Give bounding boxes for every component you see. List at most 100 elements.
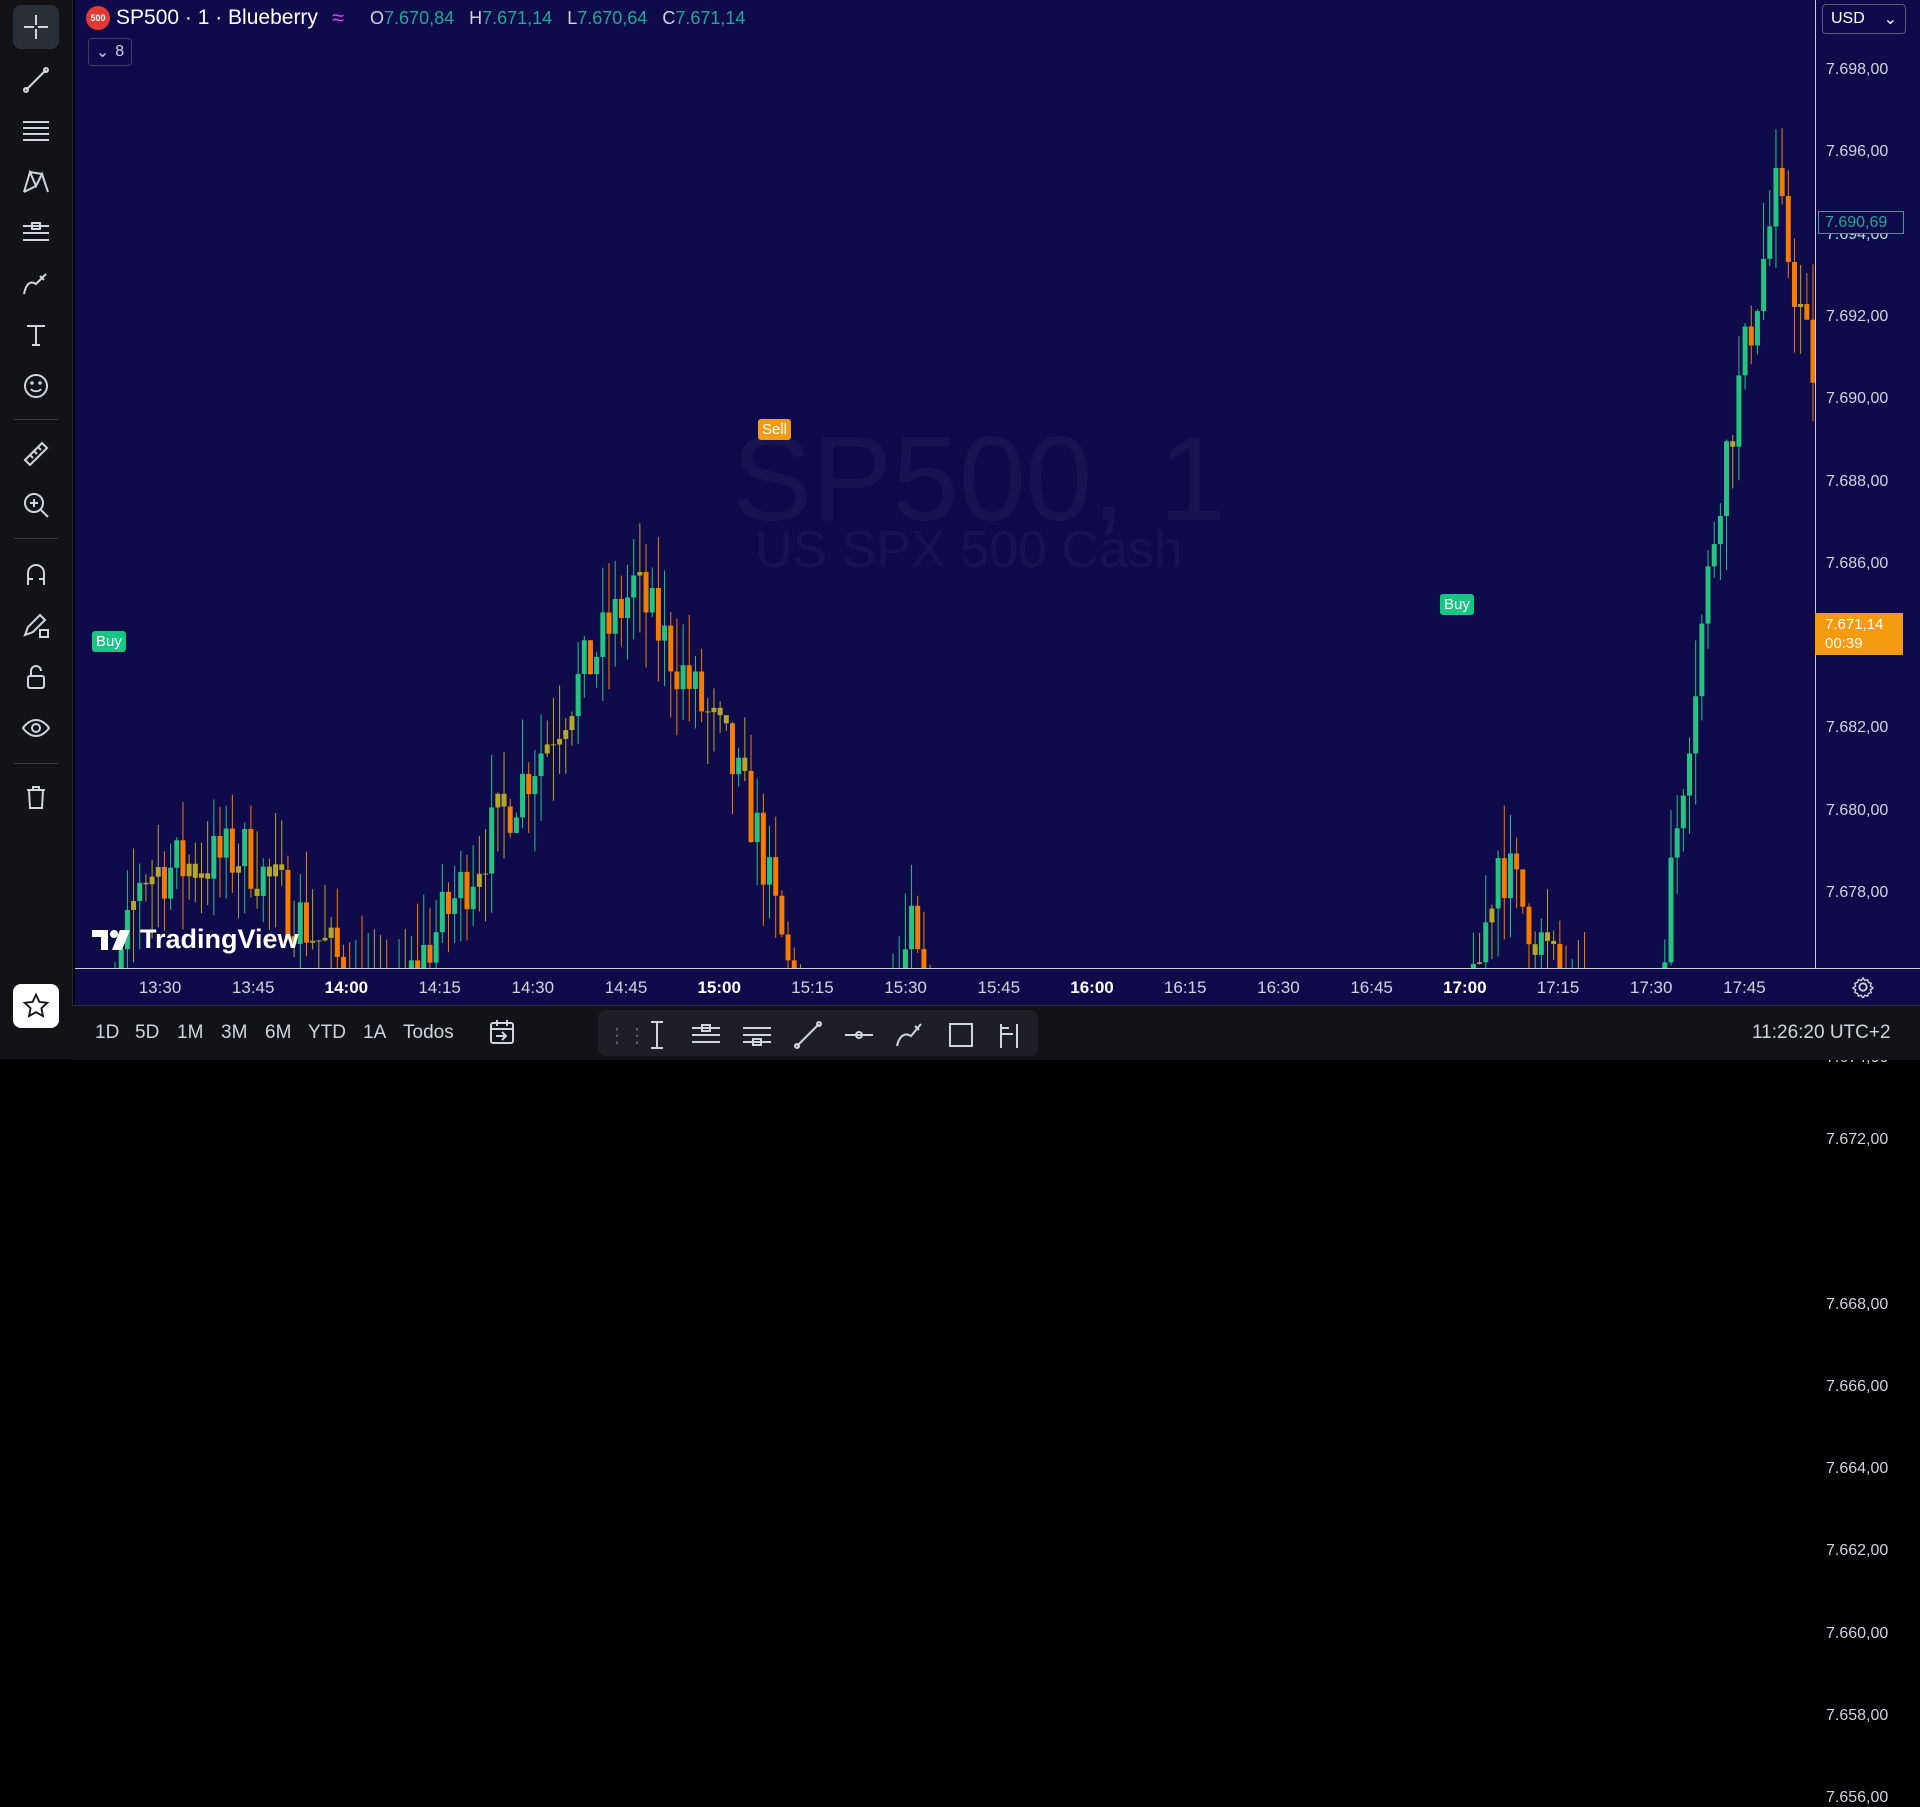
price-tick-label: 7.668,00: [1826, 1295, 1889, 1313]
brush-icon[interactable]: [13, 262, 59, 306]
candle: [785, 921, 791, 968]
magnet-icon[interactable]: [13, 553, 59, 597]
ruler-icon[interactable]: [13, 432, 59, 476]
text-icon[interactable]: [13, 313, 59, 357]
candle-body: [1804, 304, 1810, 320]
candle-body: [742, 757, 748, 771]
trash-icon[interactable]: [13, 775, 59, 819]
candle-body: [1779, 167, 1785, 197]
goto-date-button[interactable]: [487, 1017, 517, 1052]
candle-body: [532, 776, 538, 795]
vertical-line-icon[interactable]: [640, 1018, 674, 1052]
time-tick-label: 17:30: [1629, 978, 1673, 997]
candle: [236, 843, 242, 919]
indicators-collapse-button[interactable]: ⌄ 8: [88, 38, 132, 66]
candle: [1804, 273, 1810, 320]
trend-line-icon[interactable]: [791, 1018, 825, 1052]
candle: [310, 889, 316, 950]
price-tick-label: 7.656,00: [1826, 1789, 1889, 1807]
candle: [1470, 932, 1476, 968]
ohlc-values: O7.670,84 H7.671,14 L7.670,64 C7.671,14: [370, 7, 746, 28]
last-price-label: 7.671,14 00:39: [1815, 613, 1903, 655]
candle-body: [662, 625, 668, 641]
candle-body: [1773, 167, 1779, 227]
candle: [1538, 918, 1544, 968]
period-1d-button[interactable]: 1D: [95, 1022, 119, 1044]
candle: [643, 543, 649, 668]
emoji-icon[interactable]: [13, 364, 59, 408]
fork-icon[interactable]: [995, 1018, 1029, 1052]
candle: [248, 805, 254, 898]
candle: [1687, 737, 1693, 834]
time-axis-line: [75, 968, 1920, 969]
candle-body: [1791, 261, 1797, 308]
candle-body: [458, 871, 464, 899]
candle: [186, 854, 192, 900]
candle: [532, 749, 538, 852]
time-tick-label: 15:45: [977, 978, 1021, 997]
eye-icon[interactable]: [13, 706, 59, 750]
candle: [711, 688, 717, 752]
period-5d-button[interactable]: 5D: [135, 1022, 159, 1044]
candle: [415, 903, 421, 968]
period-ytd-button[interactable]: YTD: [308, 1022, 346, 1044]
tradingview-logo[interactable]: TradingView: [92, 924, 299, 955]
candle: [773, 816, 779, 938]
candle-body: [1507, 853, 1513, 899]
candle: [754, 778, 760, 886]
period-1m-button[interactable]: 1M: [177, 1022, 203, 1044]
horizontal-ray-icon[interactable]: [842, 1018, 876, 1052]
candle-body: [248, 828, 254, 889]
candle-body: [143, 882, 149, 885]
settings-icon[interactable]: [1852, 976, 1874, 998]
candle-body: [594, 656, 600, 675]
candle: [1730, 435, 1736, 489]
candle: [470, 845, 476, 926]
candle-body: [1557, 943, 1563, 968]
price-tick-label: 7.672,00: [1826, 1130, 1889, 1148]
candle: [1674, 795, 1680, 895]
period-all-button[interactable]: Todos: [403, 1022, 454, 1044]
brush-icon[interactable]: [893, 1018, 927, 1052]
fib-lines-icon[interactable]: [13, 109, 59, 153]
candle: [637, 523, 643, 633]
long-position-icon[interactable]: [689, 1018, 723, 1052]
candle-body: [612, 598, 618, 634]
candle: [361, 915, 363, 968]
candle: [1662, 939, 1668, 968]
symbol-title[interactable]: SP500 · 1 · Blueberry: [116, 6, 318, 30]
candle: [760, 793, 766, 926]
period-3m-button[interactable]: 3M: [221, 1022, 247, 1044]
candle: [791, 947, 797, 968]
candle-body: [754, 812, 760, 843]
rectangle-icon[interactable]: [944, 1018, 978, 1052]
candle: [1507, 814, 1513, 938]
candle-body: [1538, 932, 1544, 955]
zoom-in-icon[interactable]: [13, 483, 59, 527]
trend-line-icon[interactable]: [13, 58, 59, 102]
currency-select[interactable]: USD ⌄: [1822, 4, 1906, 34]
symbol-legend[interactable]: 500 SP500 · 1 · Blueberry ≈ O7.670,84 H7…: [86, 4, 755, 32]
unlock-icon[interactable]: [13, 655, 59, 699]
candle-body: [544, 744, 550, 754]
ohlc-open: 7.670,84: [384, 7, 455, 28]
time-tick-label: 16:00: [1070, 978, 1114, 997]
candle: [1748, 305, 1754, 365]
pattern-icon[interactable]: [13, 160, 59, 204]
timezone-clock[interactable]: 11:26:20 UTC+2: [1752, 1022, 1891, 1044]
star-icon[interactable]: [13, 984, 59, 1028]
crosshair-icon[interactable]: [13, 5, 59, 49]
price-tick-label: 7.680,00: [1826, 801, 1889, 819]
period-6m-button[interactable]: 6M: [265, 1022, 291, 1044]
pencil-lock-icon[interactable]: [13, 604, 59, 648]
candle: [538, 714, 544, 821]
candle: [1520, 869, 1526, 914]
candle: [1532, 931, 1538, 968]
short-position-icon[interactable]: [740, 1018, 774, 1052]
sell-signal-label: Sell: [758, 419, 792, 440]
period-1a-button[interactable]: 1A: [363, 1022, 386, 1044]
candle: [1754, 309, 1760, 355]
candle: [1514, 837, 1520, 909]
long-position-icon[interactable]: [13, 211, 59, 255]
candle-body: [408, 960, 414, 968]
